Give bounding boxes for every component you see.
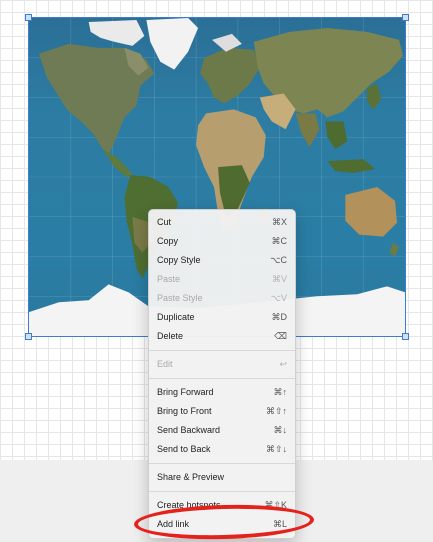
menu-item-label: Add link bbox=[157, 519, 190, 529]
menu-item-label: Paste Style bbox=[157, 293, 203, 303]
menu-item-copy-style[interactable]: Copy Style ⌥C bbox=[149, 251, 295, 270]
menu-item-shortcut: ⌥C bbox=[270, 255, 287, 265]
arctic-islands-landmass bbox=[88, 19, 145, 46]
menu-item-shortcut: ⌘⇧↑ bbox=[265, 406, 287, 416]
menu-item-label: Create hotspots bbox=[157, 500, 221, 510]
menu-item-label: Bring Forward bbox=[157, 387, 214, 397]
menu-separator bbox=[149, 378, 295, 379]
menu-separator bbox=[149, 463, 295, 464]
japan-landmass bbox=[367, 83, 382, 110]
menu-item-add-link[interactable]: Add link ⌘L bbox=[149, 515, 295, 534]
menu-item-create-hotspots[interactable]: Create hotspots ⌘⇧K bbox=[149, 496, 295, 515]
return-icon: ↩ bbox=[279, 359, 287, 369]
menu-item-bring-forward[interactable]: Bring Forward ⌘↑ bbox=[149, 383, 295, 402]
resize-handle-top-right[interactable] bbox=[402, 14, 409, 21]
menu-item-label: Paste bbox=[157, 274, 181, 284]
context-menu: Cut ⌘X Copy ⌘C Copy Style ⌥C Paste ⌘V Pa… bbox=[148, 209, 296, 539]
menu-item-paste: Paste ⌘V bbox=[149, 270, 295, 289]
menu-item-share-preview[interactable]: Share & Preview bbox=[149, 468, 295, 487]
menu-item-shortcut: ⌘V bbox=[271, 274, 287, 284]
backspace-icon: ⌫ bbox=[274, 331, 287, 341]
menu-separator bbox=[149, 491, 295, 492]
menu-item-label: Bring to Front bbox=[157, 406, 212, 416]
menu-item-paste-style: Paste Style ⌥V bbox=[149, 289, 295, 308]
menu-item-bring-to-front[interactable]: Bring to Front ⌘⇧↑ bbox=[149, 402, 295, 421]
menu-item-shortcut: ⌘X bbox=[271, 217, 287, 227]
menu-item-label: Duplicate bbox=[157, 312, 195, 322]
menu-item-label: Send Backward bbox=[157, 425, 221, 435]
menu-item-shortcut: ⌘⇧↓ bbox=[265, 444, 287, 454]
new-zealand-landmass bbox=[389, 242, 400, 257]
menu-item-delete[interactable]: Delete ⌫ bbox=[149, 327, 295, 346]
india-subcontinent bbox=[295, 113, 320, 148]
indonesia-islands bbox=[327, 159, 376, 174]
menu-item-label: Share & Preview bbox=[157, 472, 225, 482]
menu-item-shortcut: ⌘↑ bbox=[273, 387, 288, 397]
menu-item-duplicate[interactable]: Duplicate ⌘D bbox=[149, 308, 295, 327]
menu-item-shortcut: ⌘C bbox=[271, 236, 288, 246]
europe-landmass bbox=[200, 47, 260, 104]
menu-item-shortcut: ⌘↓ bbox=[273, 425, 288, 435]
resize-handle-bottom-right[interactable] bbox=[402, 333, 409, 340]
menu-item-send-backward[interactable]: Send Backward ⌘↓ bbox=[149, 421, 295, 440]
menu-item-copy[interactable]: Copy ⌘C bbox=[149, 232, 295, 251]
australia-landmass bbox=[345, 186, 398, 237]
central-america-landmass bbox=[102, 149, 133, 177]
menu-item-label: Edit bbox=[157, 359, 173, 369]
menu-item-edit: Edit ↩ bbox=[149, 355, 295, 374]
resize-handle-bottom-left[interactable] bbox=[25, 333, 32, 340]
menu-item-label: Delete bbox=[157, 331, 184, 341]
menu-separator bbox=[149, 350, 295, 351]
menu-item-shortcut: ⌥V bbox=[270, 293, 287, 303]
menu-item-label: Send to Back bbox=[157, 444, 211, 454]
menu-item-shortcut: ⌘D bbox=[271, 312, 288, 322]
menu-item-send-to-back[interactable]: Send to Back ⌘⇧↓ bbox=[149, 440, 295, 459]
menu-item-label: Copy Style bbox=[157, 255, 201, 265]
southeast-asia bbox=[325, 121, 348, 150]
resize-handle-top-left[interactable] bbox=[25, 14, 32, 21]
menu-item-label: Cut bbox=[157, 217, 172, 227]
menu-item-label: Copy bbox=[157, 236, 179, 246]
menu-item-shortcut: ⌘L bbox=[272, 519, 287, 529]
menu-item-shortcut: ⌘⇧K bbox=[264, 500, 287, 510]
menu-item-cut[interactable]: Cut ⌘X bbox=[149, 213, 295, 232]
